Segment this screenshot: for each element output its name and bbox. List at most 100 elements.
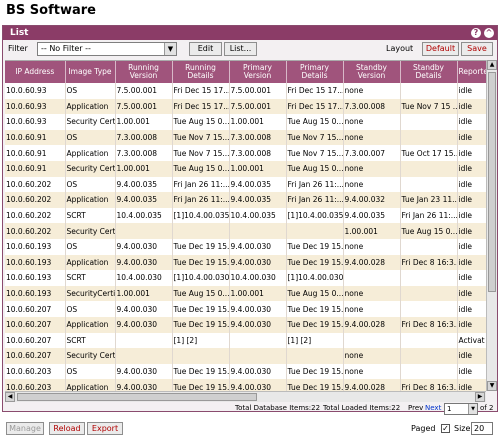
edit-button[interactable]: Edit	[189, 42, 222, 56]
status-bar: Total Database Items:22 Total Loaded Ite…	[3, 404, 497, 414]
table-cell: 10.0.60.203	[5, 363, 66, 380]
table-cell: 1.00.001	[229, 285, 287, 302]
table-cell: 9.4.00.035	[343, 207, 401, 224]
filter-label: Filter	[8, 44, 28, 53]
filter-select[interactable]: -- No Filter -- ▼	[37, 42, 177, 56]
table-cell: Tue Dec 19 15...	[286, 238, 344, 255]
table-cell: [1]10.4.00.030...	[172, 270, 230, 286]
page-select[interactable]: 1 ▼	[444, 403, 478, 415]
scroll-up-icon[interactable]: ▲	[487, 60, 497, 70]
column-header[interactable]: Primary Details	[286, 61, 344, 83]
table-cell: Tue Dec 19 15...	[172, 254, 230, 271]
column-header[interactable]: IP Address	[5, 61, 66, 83]
table-cell: 9.4.00.028	[343, 254, 401, 271]
table-cell: 10.0.60.203	[5, 379, 66, 391]
table-cell	[115, 223, 173, 239]
vertical-scroll-thumb[interactable]	[488, 72, 496, 292]
column-header[interactable]: Primary Version	[229, 61, 287, 83]
table-cell: none	[343, 176, 401, 193]
horizontal-scroll-thumb[interactable]	[17, 393, 257, 401]
table-row[interactable]: 10.0.60.207 Application 9.4.00.030 Tue Dec …	[5, 316, 486, 333]
table-row[interactable]: 10.0.60.207Security Certif... none idle	[5, 348, 486, 364]
save-button[interactable]: Save	[461, 42, 493, 56]
table-cell: 9.4.00.030	[115, 363, 173, 380]
table-row[interactable]: 10.0.60.207 OS 9.4.00.030 Tue Dec 19 15... 9…	[5, 301, 486, 317]
table-row[interactable]: 10.0.60.91 Application 7.3.00.008 Tue Nov 7…	[5, 145, 486, 161]
column-header[interactable]: Running Version	[115, 61, 173, 83]
table-cell: Tue Aug 15 0...	[172, 160, 230, 177]
panel-header: List ? ^	[3, 26, 497, 40]
table-cell	[400, 301, 458, 317]
table-row[interactable]: 10.0.60.202 SCRT 10.4.00.035 [1]10.4.00.035…	[5, 207, 486, 224]
next-link[interactable]: Next	[425, 404, 441, 412]
table-row[interactable]: 10.0.60.93 Application 7.5.00.001 Fri Dec 1…	[5, 98, 486, 115]
table-row[interactable]: 10.0.60.203 Application 9.4.00.030 Tue Dec …	[5, 379, 486, 391]
table-row[interactable]: 10.0.60.91 OS 7.3.00.008 Tue Nov 7 15... 7.3…	[5, 129, 486, 146]
scroll-right-icon[interactable]: ▶	[475, 392, 485, 402]
table-row[interactable]: 10.0.60.202Security Certif... 1.00.001Tue…	[5, 223, 486, 239]
table-cell: [1]10.4.00.030...	[286, 270, 344, 286]
table-cell: 10.0.60.91	[5, 160, 66, 177]
table-cell: Tue Aug 15 0...	[286, 160, 344, 177]
paged-checkbox[interactable]: ✓	[441, 424, 450, 433]
help-icon[interactable]: ?	[471, 28, 481, 38]
table-cell	[400, 363, 458, 380]
column-header[interactable]: Standby Version	[343, 61, 401, 83]
default-button[interactable]: Default	[422, 42, 459, 56]
table-cell: Tue Dec 19 15...	[172, 363, 230, 380]
table-row[interactable]: 10.0.60.193SecurityCertifi...1.00.001Tue…	[5, 285, 486, 302]
table-row[interactable]: 10.0.60.203 OS 9.4.00.030 Tue Dec 19 15... 9…	[5, 363, 486, 380]
export-button[interactable]: Export	[87, 422, 123, 435]
table-cell: 9.4.00.032	[343, 192, 401, 208]
table-row[interactable]: 10.0.60.193 Application 9.4.00.030 Tue Dec …	[5, 254, 486, 271]
table-cell: none	[343, 285, 401, 302]
table-cell: 10.0.60.193	[5, 285, 66, 302]
column-header[interactable]: Standby Details	[400, 61, 458, 83]
prev-link[interactable]: Prev	[408, 404, 423, 412]
horizontal-scrollbar[interactable]: ◀ ▶	[5, 391, 486, 402]
manage-button[interactable]: Manage	[6, 422, 44, 435]
table-cell: 7.5.00.001	[115, 98, 173, 115]
table-cell: SCRT	[65, 207, 116, 224]
table-cell: Fri Jan 26 11:...	[172, 176, 230, 193]
table-row[interactable]: 10.0.60.93 OS 7.5.00.001 Fri Dec 15 17... 7.…	[5, 83, 486, 99]
vertical-scrollbar[interactable]: ▲ ▼	[486, 60, 497, 391]
table-cell: idle	[457, 223, 486, 239]
table-cell: 9.4.00.030	[115, 301, 173, 317]
column-header[interactable]: Reported	[457, 61, 486, 83]
table-row[interactable]: 10.0.60.193 OS 9.4.00.030 Tue Dec 19 15... 9…	[5, 238, 486, 255]
table-row[interactable]: 10.0.60.202 OS 9.4.00.035 Fri Jan 26 11:...…	[5, 176, 486, 193]
list-button[interactable]: List...	[224, 42, 257, 56]
scroll-down-icon[interactable]: ▼	[487, 381, 497, 391]
table-cell	[400, 129, 458, 146]
table-cell	[343, 270, 401, 286]
table-cell: none	[343, 363, 401, 380]
table-cell	[400, 348, 458, 364]
collapse-icon[interactable]: ^	[484, 28, 494, 38]
table-cell: Fri Jan 26 11:...	[172, 192, 230, 208]
size-input[interactable]: 20	[471, 422, 493, 435]
table-cell: 10.0.60.193	[5, 238, 66, 255]
table-cell: OS	[65, 176, 116, 193]
table-cell: 10.4.00.030	[115, 270, 173, 286]
table-cell: [1] [2]	[172, 332, 230, 349]
table-cell: idle	[457, 98, 486, 115]
column-header[interactable]: Running Details	[172, 61, 230, 83]
table-cell: OS	[65, 301, 116, 317]
panel-title: List	[10, 28, 29, 38]
table-cell: none	[343, 348, 401, 364]
table-row[interactable]: 10.0.60.207 SCRT [1] [2] [1] [2] Activat	[5, 332, 486, 349]
table-cell	[286, 223, 344, 239]
table-cell: 10.0.60.202	[5, 223, 66, 239]
table-row[interactable]: 10.0.60.91Security Certif...1.00.001Tue …	[5, 160, 486, 177]
paged-label: Paged	[411, 424, 436, 433]
table-row[interactable]: 10.0.60.93Security Certif...1.00.001Tue …	[5, 114, 486, 130]
table-cell: 10.0.60.93	[5, 114, 66, 130]
reload-button[interactable]: Reload	[49, 422, 85, 435]
column-header[interactable]: Image Type	[65, 61, 116, 83]
table-row[interactable]: 10.0.60.202 Application 9.4.00.035 Fri Jan …	[5, 192, 486, 208]
table-row[interactable]: 10.0.60.193 SCRT 10.4.00.030 [1]10.4.00.030…	[5, 270, 486, 286]
table-cell: Tue Dec 19 15...	[286, 379, 344, 391]
table-cell: 9.4.00.028	[343, 316, 401, 333]
scroll-left-icon[interactable]: ◀	[5, 392, 15, 402]
